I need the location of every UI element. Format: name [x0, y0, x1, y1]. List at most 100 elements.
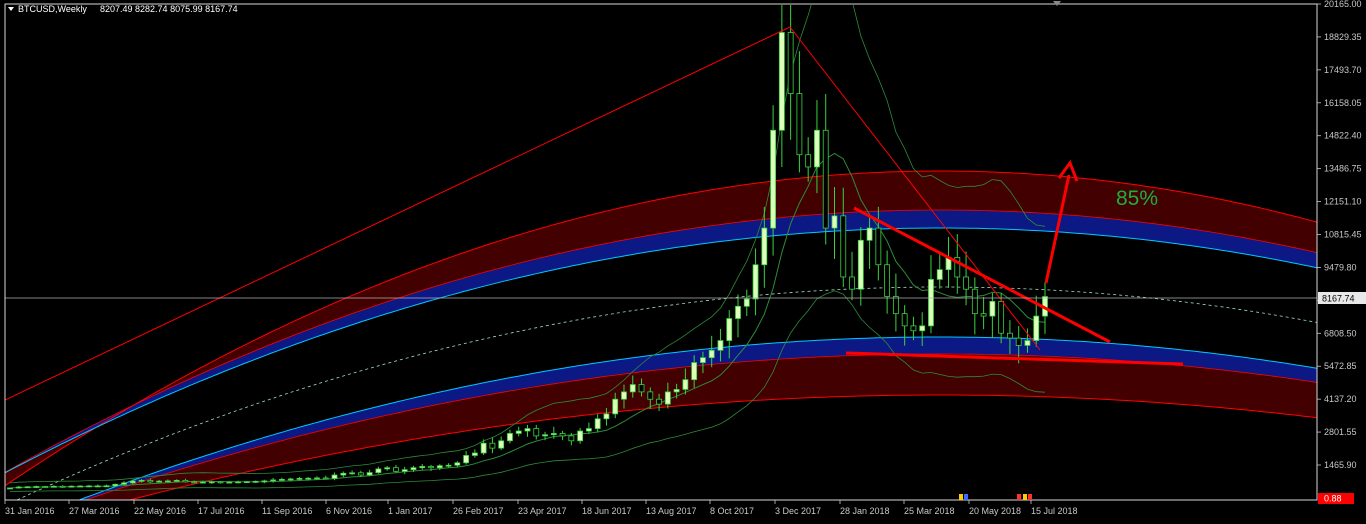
y-tick-label: 12151.10	[1324, 197, 1362, 207]
candle-body	[875, 227, 882, 266]
price-chart[interactable]: BTCUSD,Weekly 8207.49 8282.74 8075.99 81…	[0, 0, 1366, 524]
candle-body	[796, 93, 803, 156]
candle-body	[401, 469, 408, 472]
candle-body	[691, 362, 698, 381]
x-tick-label: 3 Dec 2017	[775, 506, 821, 516]
current-price-tag: 8167.74	[1322, 294, 1355, 304]
candle-body	[1033, 315, 1040, 341]
event-marker-icon	[1023, 494, 1027, 500]
candle-body	[322, 477, 329, 480]
x-tick-label: 26 Feb 2017	[453, 506, 504, 516]
candle-body	[419, 466, 426, 469]
candle-body	[173, 479, 180, 482]
candle-body	[252, 480, 259, 483]
candle-body	[568, 435, 575, 442]
candle-body	[164, 480, 171, 483]
candle-body	[585, 428, 592, 432]
x-tick-label: 28 Jan 2018	[840, 506, 890, 516]
candle-body	[112, 483, 119, 487]
chart-background	[0, 0, 1366, 524]
candle-body	[936, 269, 943, 280]
candle-body	[86, 485, 92, 488]
x-tick-label: 22 May 2016	[134, 506, 186, 516]
candle-body	[638, 384, 645, 393]
candle-body	[533, 428, 540, 437]
x-tick-label: 1 Jan 2017	[388, 506, 433, 516]
candle-body	[235, 481, 241, 484]
x-tick-label: 31 Jan 2016	[5, 506, 55, 516]
candle-body	[507, 433, 513, 442]
candle-body	[7, 487, 13, 490]
candle-body	[664, 391, 671, 405]
low-price-tag: 0.88	[1324, 494, 1342, 504]
annotation-label: 85%	[1116, 187, 1158, 210]
candle-body	[428, 466, 434, 469]
candle-body	[1015, 337, 1022, 346]
candle-body	[647, 391, 654, 400]
candle-body	[998, 301, 1005, 334]
candle-body	[629, 384, 636, 393]
candle-body	[498, 440, 505, 449]
candle-body	[436, 465, 443, 469]
candle-body	[129, 480, 136, 484]
candle-body	[542, 434, 548, 437]
x-tick-label: 27 Mar 2016	[69, 506, 120, 516]
candle-body	[752, 264, 759, 300]
y-tick-label: 5472.85	[1324, 361, 1357, 371]
candle-body	[884, 264, 891, 297]
candle-body	[577, 430, 584, 442]
y-tick-label: 20165.00	[1324, 0, 1362, 9]
symbol-label: BTCUSD,Weekly	[18, 4, 87, 14]
candle-body	[849, 276, 855, 290]
candle-body	[726, 318, 733, 341]
candle-body	[42, 486, 48, 488]
candle-body	[217, 481, 224, 484]
y-tick-label: 1465.90	[1324, 460, 1357, 470]
y-tick-label: 17493.70	[1324, 65, 1362, 75]
candle-body	[226, 481, 233, 484]
y-tick-label: 6808.50	[1324, 328, 1357, 338]
candle-body	[68, 485, 75, 488]
candle-body	[735, 305, 741, 319]
candle-body	[840, 215, 847, 278]
candle-body	[524, 428, 531, 432]
x-tick-label: 17 Jul 2016	[198, 506, 245, 516]
candle-body	[314, 477, 320, 480]
candle-body	[156, 480, 163, 483]
candle-body	[471, 452, 478, 456]
candle-body	[717, 340, 724, 351]
candle-body	[305, 477, 312, 480]
candle-body	[357, 472, 364, 476]
candle-body	[700, 357, 706, 363]
candle-body	[901, 313, 908, 327]
y-tick-label: 16158.05	[1324, 98, 1362, 108]
candle-body	[866, 227, 873, 241]
candle-body	[331, 474, 338, 479]
x-tick-label: 25 Mar 2018	[904, 506, 955, 516]
candle-body	[480, 442, 487, 454]
candle-body	[559, 433, 566, 437]
candle-body	[279, 479, 285, 481]
candle-body	[94, 485, 101, 488]
candle-body	[550, 433, 557, 436]
candle-body	[814, 129, 820, 168]
candle-body	[1024, 340, 1031, 346]
y-tick-label: 14822.40	[1324, 131, 1362, 141]
candle-body	[15, 486, 22, 489]
candle-body	[928, 279, 934, 327]
candle-body	[121, 482, 127, 485]
candle-body	[612, 398, 619, 415]
candle-body	[515, 430, 522, 434]
candle-body	[445, 464, 452, 467]
y-tick-label: 18829.35	[1324, 32, 1362, 42]
candle-body	[59, 485, 66, 488]
y-tick-label: 13486.75	[1324, 164, 1362, 174]
x-tick-label: 13 Aug 2017	[646, 506, 697, 516]
candle-body	[919, 325, 926, 332]
candle-body	[892, 296, 899, 315]
candle-body	[296, 478, 303, 480]
x-tick-label: 11 Sep 2016	[262, 506, 312, 516]
candle-body	[980, 313, 987, 317]
candle-body	[454, 462, 461, 466]
candle-body	[708, 349, 715, 359]
